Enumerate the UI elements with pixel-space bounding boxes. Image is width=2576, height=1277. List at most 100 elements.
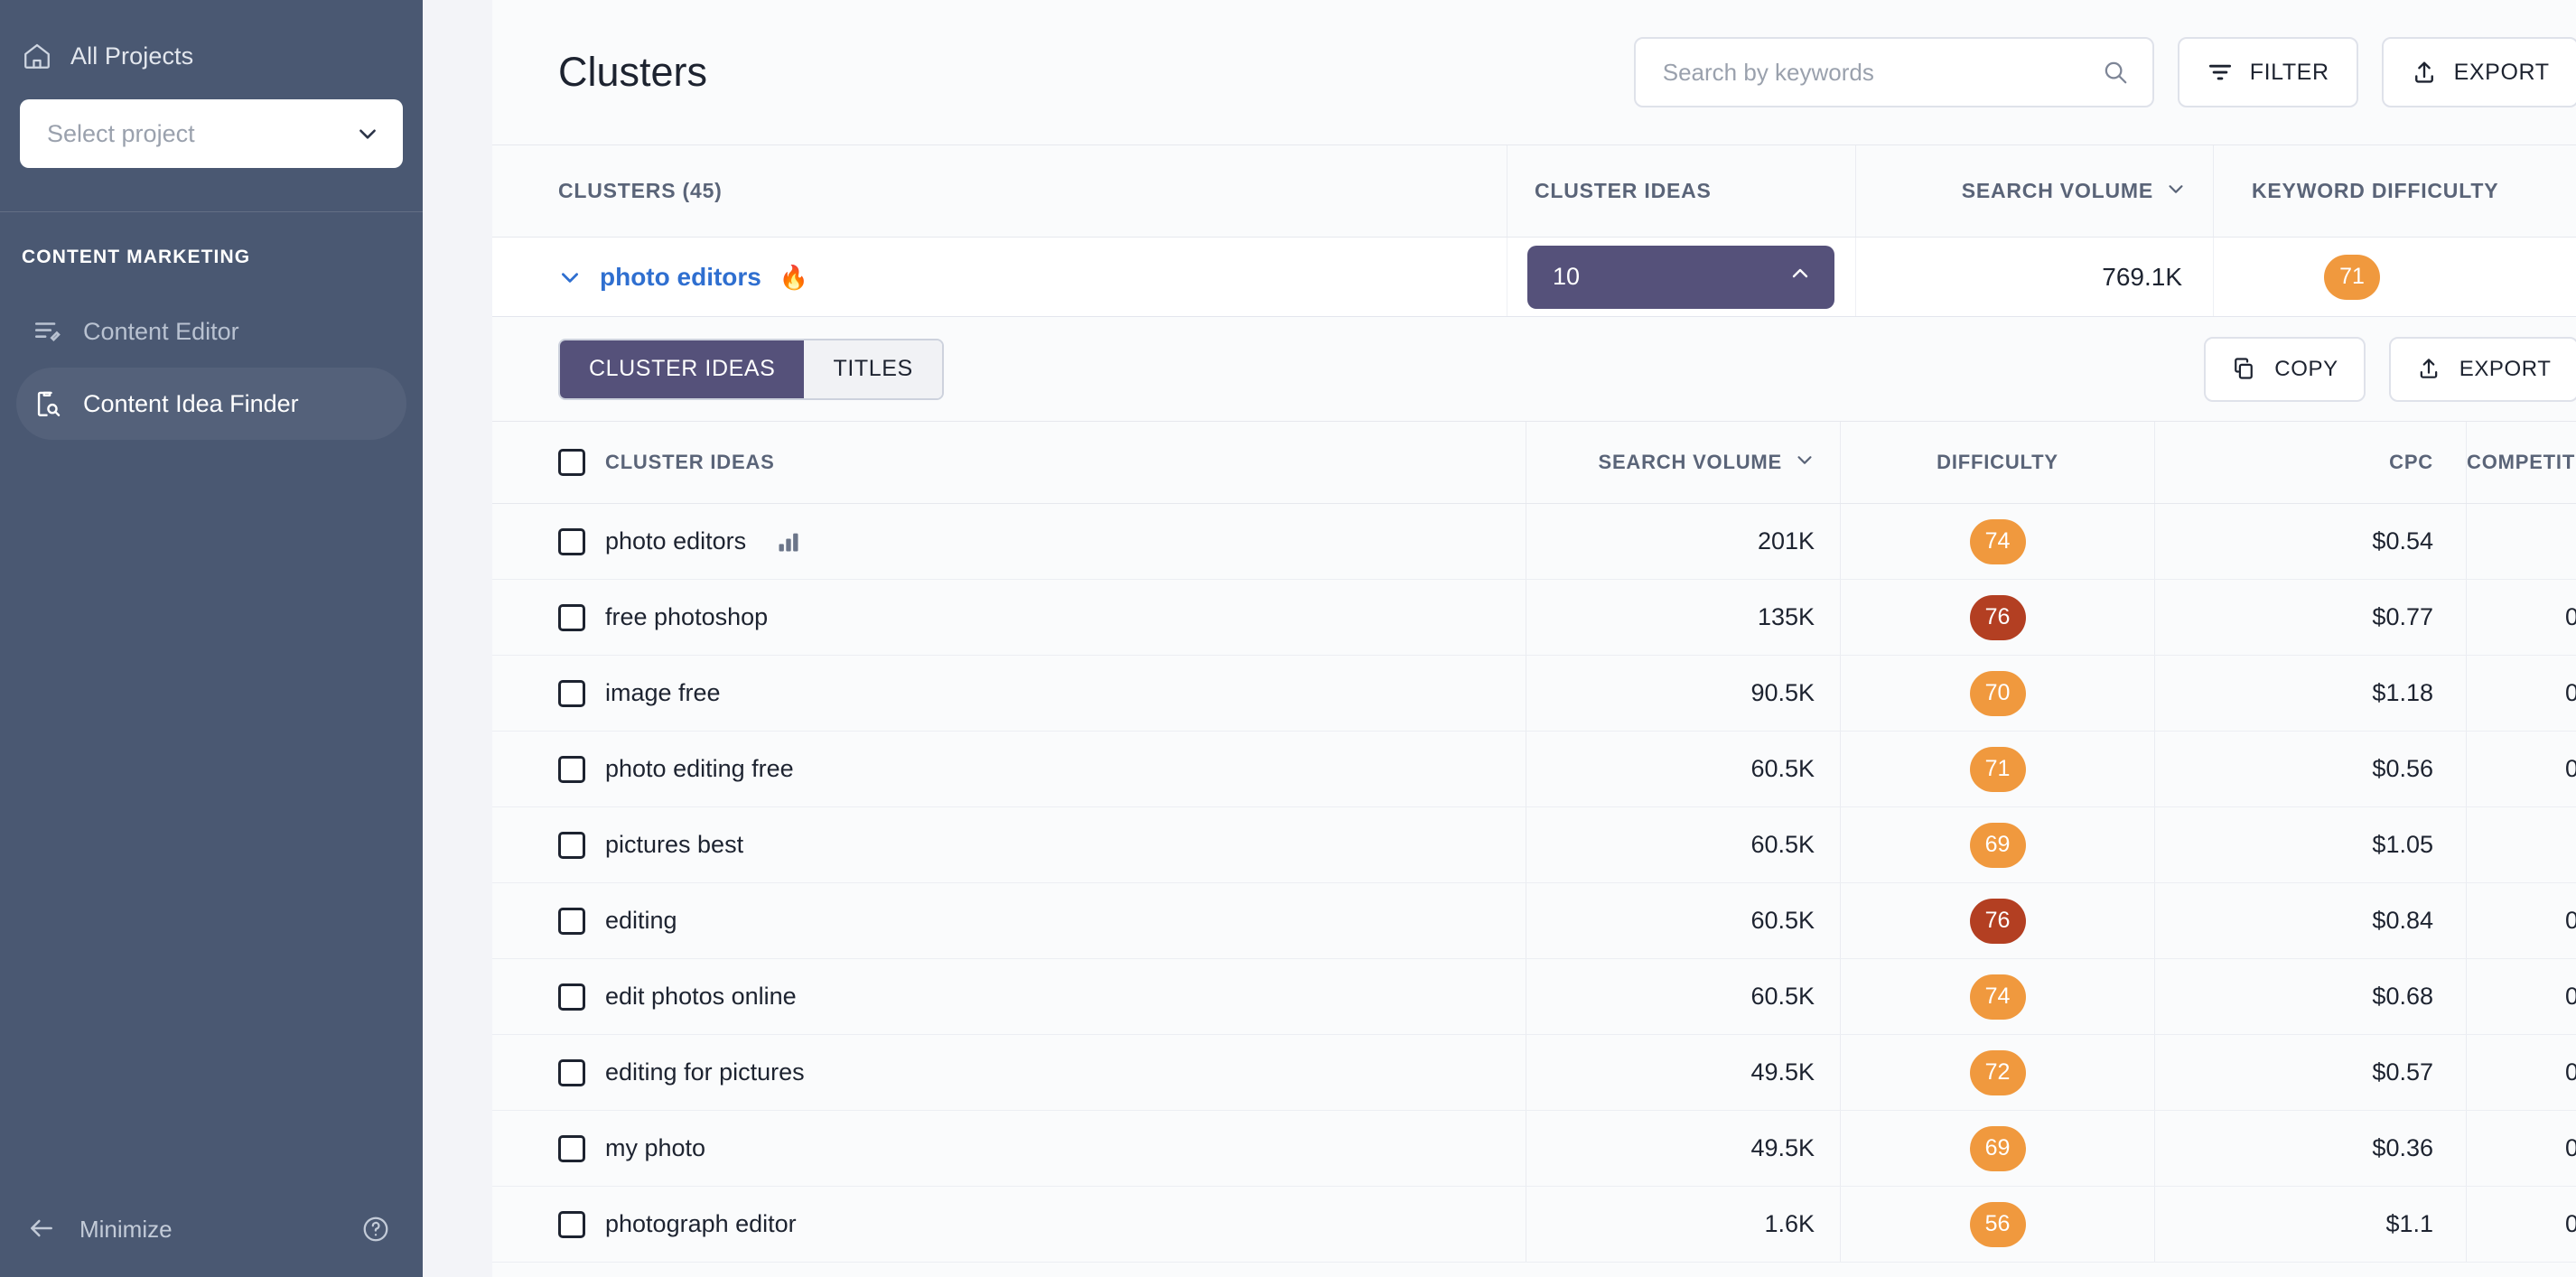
chevron-down-icon [356, 122, 379, 145]
cluster-row-name[interactable]: photo editors 🔥 [492, 238, 1507, 316]
table-row: my photo 49.5K 69 $0.36 0.28 [492, 1111, 2576, 1187]
filter-button[interactable]: FILTER [2177, 37, 2358, 107]
row-idea-label: pictures best [605, 831, 744, 858]
row-idea-cell: editing [492, 883, 1526, 958]
row-search-volume: 49.5K [1526, 1035, 1841, 1110]
row-cpc: $0.56 [2155, 732, 2467, 806]
row-idea-cell: photograph editor [492, 1187, 1526, 1262]
sub-toolbar: CLUSTER IDEAS TITLES COPY EXPORT [492, 317, 2576, 421]
table-row: editing 60.5K 76 $0.84 0.08 [492, 883, 2576, 959]
row-checkbox[interactable] [558, 527, 585, 555]
row-search-volume: 60.5K [1526, 959, 1841, 1034]
row-difficulty: 74 [1841, 959, 2155, 1034]
ideas-table-header: CLUSTER IDEAS SEARCH VOLUME DIFFICULTY C… [492, 421, 2576, 504]
search-input[interactable] [1662, 58, 2102, 87]
select-all-checkbox[interactable] [558, 449, 585, 476]
row-idea-cell: edit photos online [492, 959, 1526, 1034]
chevron-down-icon [1795, 450, 1815, 475]
sidebar-item-label: Content Editor [83, 317, 239, 345]
all-projects-link[interactable]: All Projects [20, 27, 403, 79]
row-cpc: $0.36 [2155, 1111, 2467, 1186]
row-idea-label: photo editing free [605, 755, 794, 782]
row-idea-cell: my photo [492, 1111, 1526, 1186]
document-edit-icon [33, 316, 63, 347]
export-button[interactable]: EXPORT [2381, 37, 2576, 107]
copy-button[interactable]: COPY [2204, 336, 2366, 402]
column-header-clusters: CLUSTERS (45) [492, 145, 1507, 237]
row-idea-label: editing for pictures [605, 1058, 805, 1086]
sidebar-nav: Content Editor Content Idea Finder [0, 268, 423, 440]
header-actions: FILTER EXPORT [1633, 37, 2576, 107]
content-panel: Clusters FILTER [492, 0, 2576, 1277]
row-difficulty: 71 [1841, 732, 2155, 806]
row-search-volume: 90.5K [1526, 656, 1841, 731]
row-checkbox[interactable] [558, 1210, 585, 1238]
status-badge: 70 [1969, 670, 2026, 716]
row-checkbox[interactable] [558, 679, 585, 707]
project-select[interactable]: Select project [20, 99, 403, 168]
row-checkbox[interactable] [558, 907, 585, 935]
row-search-volume: 60.5K [1526, 732, 1841, 806]
row-cpc: $1.1 [2155, 1187, 2467, 1262]
row-competition: 0.32 [2565, 679, 2576, 706]
cluster-row-ideas: 10 [1507, 238, 1856, 316]
copy-icon [2231, 356, 2258, 383]
table-row: editing for pictures 49.5K 72 $0.57 0.29 [492, 1035, 2576, 1111]
sidebar-bottom: Minimize [0, 1214, 423, 1277]
cluster-keyword[interactable]: photo editors [600, 263, 761, 292]
cluster-ideas-count: 10 [1553, 263, 1581, 290]
view-tabs: CLUSTER IDEAS TITLES [558, 338, 944, 400]
filter-icon [2207, 59, 2234, 86]
chevron-up-icon [1789, 263, 1811, 291]
minimize-button[interactable]: Minimize [27, 1214, 173, 1244]
row-difficulty: 70 [1841, 656, 2155, 731]
column-header-cluster-ideas: CLUSTER IDEAS [1507, 145, 1856, 237]
row-checkbox[interactable] [558, 603, 585, 631]
row-idea-cell: photo editors [492, 504, 1526, 579]
column-header-keyword-difficulty: KEYWORD DIFFICULTY [2252, 179, 2499, 202]
sub-toolbar-actions: COPY EXPORT [2204, 336, 2576, 402]
search-box[interactable] [1633, 37, 2154, 107]
row-difficulty: 76 [1841, 883, 2155, 958]
sub-export-label: EXPORT [2459, 356, 2552, 381]
row-idea-label: photograph editor [605, 1210, 797, 1237]
sidebar-item-label: Content Idea Finder [83, 389, 299, 417]
row-difficulty: 76 [1841, 580, 2155, 655]
column-header-idea-search-volume[interactable]: SEARCH VOLUME [1526, 422, 1841, 503]
status-badge: 76 [1969, 898, 2026, 944]
row-idea-label: editing [605, 907, 677, 934]
page-title: Clusters [558, 49, 708, 95]
fire-emoji-icon: 🔥 [779, 263, 809, 291]
cluster-ideas-toggle[interactable]: 10 [1527, 245, 1834, 309]
tab-cluster-ideas[interactable]: CLUSTER IDEAS [560, 340, 805, 398]
table-row: edit photos online 60.5K 74 $0.68 0.18 [492, 959, 2576, 1035]
bar-chart-icon[interactable] [775, 529, 802, 555]
tab-titles[interactable]: TITLES [804, 340, 942, 398]
clipboard-search-icon [33, 388, 63, 419]
row-cpc: $1.05 [2155, 807, 2467, 882]
sidebar-item-content-editor[interactable]: Content Editor [16, 295, 406, 368]
table-row: image free 90.5K 70 $1.18 0.32 [492, 656, 2576, 732]
sub-export-button[interactable]: EXPORT [2388, 336, 2576, 402]
column-header-search-volume[interactable]: SEARCH VOLUME [1856, 145, 2214, 237]
row-checkbox[interactable] [558, 1058, 585, 1086]
row-difficulty: 72 [1841, 1035, 2155, 1110]
row-idea-cell: pictures best [492, 807, 1526, 882]
row-checkbox[interactable] [558, 983, 585, 1011]
question-circle-icon[interactable] [361, 1215, 390, 1244]
sidebar-section-title: CONTENT MARKETING [22, 247, 251, 267]
column-header-competition: COMPETITION [2467, 451, 2576, 473]
chevron-down-icon[interactable] [558, 266, 582, 289]
row-difficulty: 74 [1841, 504, 2155, 579]
row-checkbox[interactable] [558, 755, 585, 783]
column-header-idea-search-volume-label: SEARCH VOLUME [1598, 451, 1782, 473]
row-checkbox[interactable] [558, 831, 585, 859]
column-header-difficulty: DIFFICULTY [1841, 422, 2155, 503]
minimize-label: Minimize [79, 1215, 173, 1243]
chevron-down-icon [2166, 179, 2186, 204]
copy-label: COPY [2274, 356, 2338, 381]
row-checkbox[interactable] [558, 1134, 585, 1162]
status-badge: 71 [2324, 254, 2380, 300]
row-idea-label: free photoshop [605, 603, 769, 630]
sidebar-item-content-idea-finder[interactable]: Content Idea Finder [16, 368, 406, 440]
